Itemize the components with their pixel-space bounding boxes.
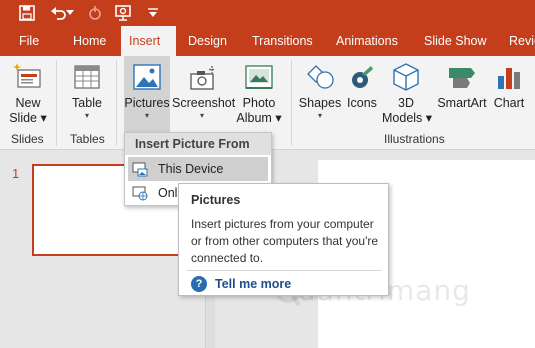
slide-number: 1 [12,166,20,181]
tab-transitions[interactable]: Transitions [252,26,313,56]
tab-file[interactable]: File [19,26,39,56]
3d-models-button[interactable]: 3D Models ▾ [382,56,433,134]
chevron-down-icon: ▾ [144,111,149,120]
cube-icon [393,63,419,91]
menu-item-label: Onli [158,186,181,200]
3d-models-label-1: 3D [398,96,414,110]
group-divider [116,60,117,146]
smartart-button[interactable]: SmartArt [434,56,490,134]
present-icon[interactable] [112,2,134,24]
chevron-down-icon: ▾ [317,111,322,120]
screenshot-icon [190,66,215,90]
device-icon [132,162,148,177]
screenshot-button[interactable]: Screenshot ▾ [172,56,236,134]
redo-icon[interactable] [84,2,106,24]
tooltip-body: Insert pictures from your computer or fr… [191,217,379,265]
shapes-button[interactable]: Shapes ▾ [298,56,342,134]
tab-review[interactable]: Revie [509,26,535,56]
group-label-slides: Slides [11,132,44,146]
help-icon[interactable]: ? [191,276,207,292]
photo-album-button[interactable]: Photo Album ▾ [234,56,284,134]
chevron-down-icon: ▾ [425,111,433,125]
photo-album-label-2: Album [236,111,272,125]
table-button[interactable]: Table ▾ [64,56,110,134]
group-divider [291,60,292,146]
new-slide-icon [13,63,41,88]
group-divider [56,60,57,146]
online-pictures-icon [132,186,148,201]
menu-item-label: This Device [158,162,224,176]
table-label: Table [72,96,102,110]
ribbon-tabs: File Home Insert Design Transitions Anim… [0,26,535,56]
new-slide-button[interactable]: New Slide ▾ [6,56,50,134]
photo-album-icon [245,65,273,89]
icons-label: Icons [347,96,377,110]
shapes-icon [307,65,334,89]
menu-header: Insert Picture From [125,133,271,155]
chevron-down-icon: ▾ [40,111,47,125]
icons-icon [352,66,373,88]
tell-me-more-link[interactable]: Tell me more [215,277,291,291]
tab-slide-show[interactable]: Slide Show [424,26,487,56]
customize-icon[interactable] [142,2,164,24]
tab-insert[interactable]: Insert [121,26,176,56]
quick-access-toolbar [0,0,535,26]
smartart-label: SmartArt [437,96,487,110]
menu-item-this-device[interactable]: This Device [128,157,268,181]
tooltip-divider [187,270,382,271]
chart-label: Chart [493,96,525,110]
3d-models-label-2: Models [382,111,423,125]
icons-button[interactable]: Icons [344,56,380,134]
new-slide-label-2: Slide [9,111,38,125]
group-label-illustrations: Illustrations [384,132,445,146]
photo-album-label-1: Photo [242,96,276,110]
undo-dropdown-icon[interactable] [64,2,76,24]
pictures-button[interactable]: Pictures ▾ [124,56,170,134]
new-slide-label-1: New [15,96,41,110]
shapes-label: Shapes [298,96,342,110]
tab-home[interactable]: Home [73,26,106,56]
picture-icon [133,64,161,90]
chevron-down-icon: ▾ [275,111,282,125]
chevron-down-icon: ▾ [199,111,204,120]
chevron-down-icon: ▾ [84,111,89,120]
pictures-tooltip: Pictures Insert pictures from your compu… [178,183,389,296]
tab-animations[interactable]: Animations [336,26,398,56]
tooltip-title: Pictures [191,193,241,207]
group-label-tables: Tables [70,132,105,146]
screenshot-label: Screenshot [172,96,236,110]
save-icon[interactable] [16,2,38,24]
tab-design[interactable]: Design [188,26,227,56]
table-icon [74,65,100,89]
chart-button[interactable]: Chart [492,56,526,134]
chart-icon [498,68,520,89]
smartart-icon [449,68,475,88]
pictures-label: Pictures [124,96,170,110]
